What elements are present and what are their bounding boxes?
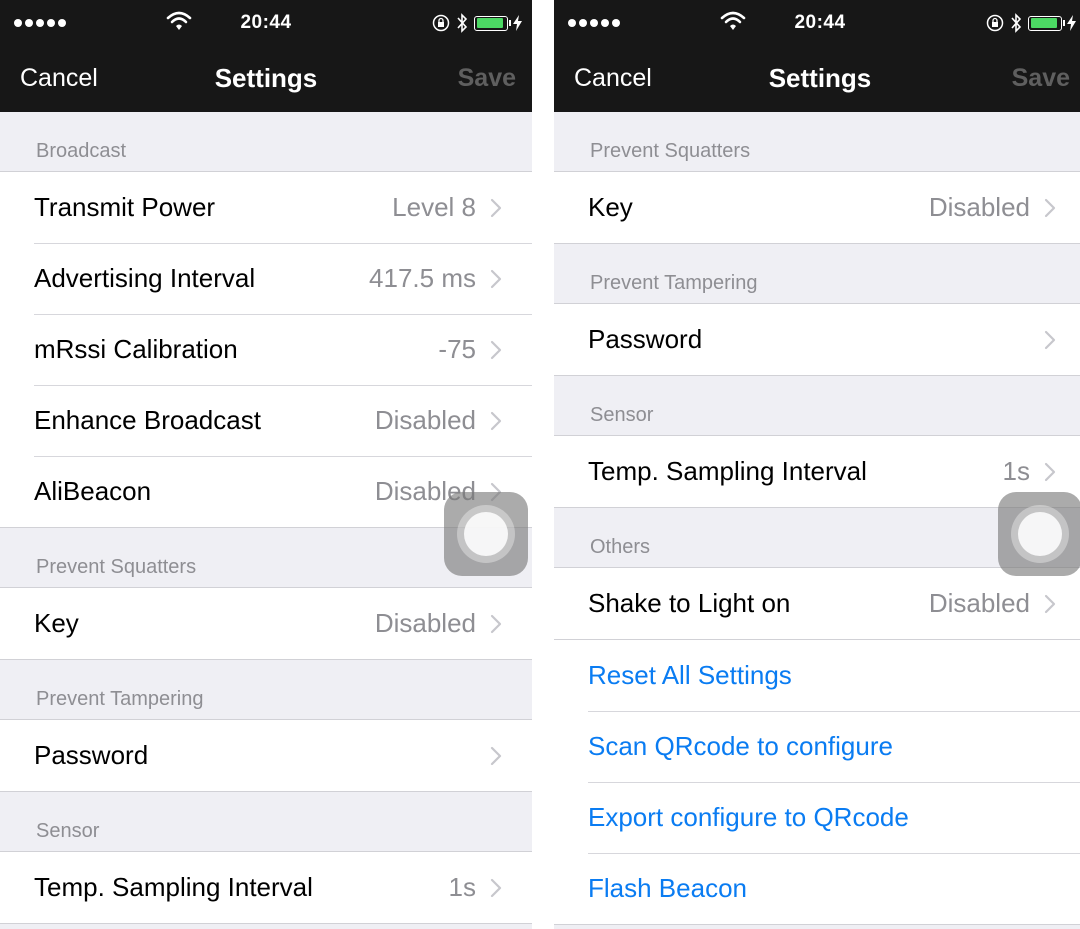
setting-value: Disabled bbox=[928, 588, 1030, 618]
charging-bolt-icon bbox=[513, 15, 522, 31]
action-export-configure-to-qrcode[interactable]: Export configure to QRcode bbox=[554, 782, 1080, 853]
setting-label: Advertising Interval bbox=[34, 263, 256, 293]
setting-row-temp-sampling-interval[interactable]: Temp. Sampling Interval 1s bbox=[0, 852, 532, 923]
assistive-touch-button[interactable] bbox=[444, 492, 528, 576]
settings-group: Key Disabled bbox=[554, 172, 1080, 244]
section-header: Sensor bbox=[0, 792, 532, 852]
chevron-right-icon bbox=[490, 614, 502, 633]
action-flash-beacon[interactable]: Flash Beacon bbox=[554, 853, 1080, 924]
action-label: Export configure to QRcode bbox=[588, 802, 909, 832]
setting-value: 1s bbox=[1002, 456, 1030, 486]
actions-group: Reset All Settings Scan QRcode to configu… bbox=[554, 640, 1080, 925]
chevron-right-icon bbox=[490, 340, 502, 359]
setting-value: Disabled bbox=[928, 192, 1030, 222]
section-header: Prevent Tampering bbox=[0, 660, 532, 720]
setting-row-key[interactable]: Key Disabled bbox=[554, 172, 1080, 243]
chevron-right-icon bbox=[490, 198, 502, 217]
settings-screen-left: 20:44 Cancel Settings Save Broadcast Tran… bbox=[0, 0, 532, 929]
setting-label: Password bbox=[588, 324, 703, 354]
action-label: Scan QRcode to configure bbox=[588, 731, 893, 761]
setting-row-mrssi-calibration[interactable]: mRssi Calibration -75 bbox=[0, 314, 532, 385]
setting-value: Disabled bbox=[374, 405, 476, 435]
bluetooth-icon bbox=[1011, 13, 1022, 33]
cancel-button[interactable]: Cancel bbox=[20, 64, 98, 93]
settings-group: Temp. Sampling Interval 1s bbox=[554, 436, 1080, 508]
setting-label: Shake to Light on bbox=[588, 588, 791, 618]
chevron-right-icon bbox=[1044, 330, 1056, 349]
battery-icon bbox=[1028, 15, 1076, 31]
setting-row-password[interactable]: Password bbox=[554, 304, 1080, 375]
setting-row-temp-sampling-interval[interactable]: Temp. Sampling Interval 1s bbox=[554, 436, 1080, 507]
settings-screen-right: 20:44 Cancel Settings Save Prevent Squat… bbox=[554, 0, 1080, 929]
settings-group: Temp. Sampling Interval 1s bbox=[0, 852, 532, 924]
setting-row-transmit-power[interactable]: Transmit Power Level 8 bbox=[0, 172, 532, 243]
setting-label: Temp. Sampling Interval bbox=[34, 872, 313, 902]
setting-value: 417.5 ms bbox=[369, 263, 476, 293]
action-reset-all-settings[interactable]: Reset All Settings bbox=[554, 640, 1080, 711]
section-header: Prevent Squatters bbox=[554, 110, 1080, 172]
assistive-touch-button[interactable] bbox=[998, 492, 1080, 576]
setting-row-enhance-broadcast[interactable]: Enhance Broadcast Disabled bbox=[0, 385, 532, 456]
settings-group: Key Disabled bbox=[0, 588, 532, 660]
rotation-lock-icon bbox=[986, 14, 1004, 32]
chevron-right-icon bbox=[490, 411, 502, 430]
save-button[interactable]: Save bbox=[458, 64, 516, 93]
status-bar: 20:44 bbox=[554, 0, 1080, 46]
section-header: Broadcast bbox=[0, 112, 532, 172]
setting-label: mRssi Calibration bbox=[34, 334, 238, 364]
action-label: Reset All Settings bbox=[588, 660, 792, 690]
bluetooth-icon bbox=[457, 13, 468, 33]
save-button[interactable]: Save bbox=[1012, 64, 1070, 93]
setting-label: Key bbox=[34, 608, 79, 638]
action-scan-qrcode-to-configure[interactable]: Scan QRcode to configure bbox=[554, 711, 1080, 782]
setting-label: AliBeacon bbox=[34, 476, 152, 506]
settings-group: Password bbox=[554, 304, 1080, 376]
chevron-right-icon bbox=[1044, 198, 1056, 217]
action-label: Flash Beacon bbox=[588, 873, 747, 903]
setting-row-advertising-interval[interactable]: Advertising Interval 417.5 ms bbox=[0, 243, 532, 314]
charging-bolt-icon bbox=[1067, 15, 1076, 31]
rotation-lock-icon bbox=[432, 14, 450, 32]
chevron-right-icon bbox=[1044, 462, 1056, 481]
cancel-button[interactable]: Cancel bbox=[574, 64, 652, 93]
setting-value: Disabled bbox=[374, 608, 476, 638]
setting-label: Password bbox=[34, 740, 149, 770]
navigation-bar: Cancel Settings Save bbox=[0, 46, 532, 112]
section-header: Prevent Tampering bbox=[554, 244, 1080, 304]
section-header: Sensor bbox=[554, 376, 1080, 436]
setting-value: 1s bbox=[448, 872, 476, 902]
setting-row-password[interactable]: Password bbox=[0, 720, 532, 791]
setting-row-shake-to-light-on[interactable]: Shake to Light on Disabled bbox=[554, 568, 1080, 639]
status-bar: 20:44 bbox=[0, 0, 532, 46]
setting-row-key[interactable]: Key Disabled bbox=[0, 588, 532, 659]
chevron-right-icon bbox=[490, 269, 502, 288]
battery-icon bbox=[474, 15, 522, 31]
chevron-right-icon bbox=[490, 878, 502, 897]
settings-group: Password bbox=[0, 720, 532, 792]
navigation-bar: Cancel Settings Save bbox=[554, 46, 1080, 112]
setting-label: Enhance Broadcast bbox=[34, 405, 261, 435]
setting-value: -75 bbox=[438, 334, 476, 364]
setting-label: Temp. Sampling Interval bbox=[588, 456, 867, 486]
settings-group: Shake to Light on Disabled bbox=[554, 568, 1080, 640]
setting-label: Transmit Power bbox=[34, 192, 216, 222]
chevron-right-icon bbox=[1044, 594, 1056, 613]
chevron-right-icon bbox=[490, 746, 502, 765]
setting-label: Key bbox=[588, 192, 633, 222]
settings-group: Transmit Power Level 8 Advertising Interva… bbox=[0, 172, 532, 528]
setting-value: Level 8 bbox=[392, 192, 476, 222]
